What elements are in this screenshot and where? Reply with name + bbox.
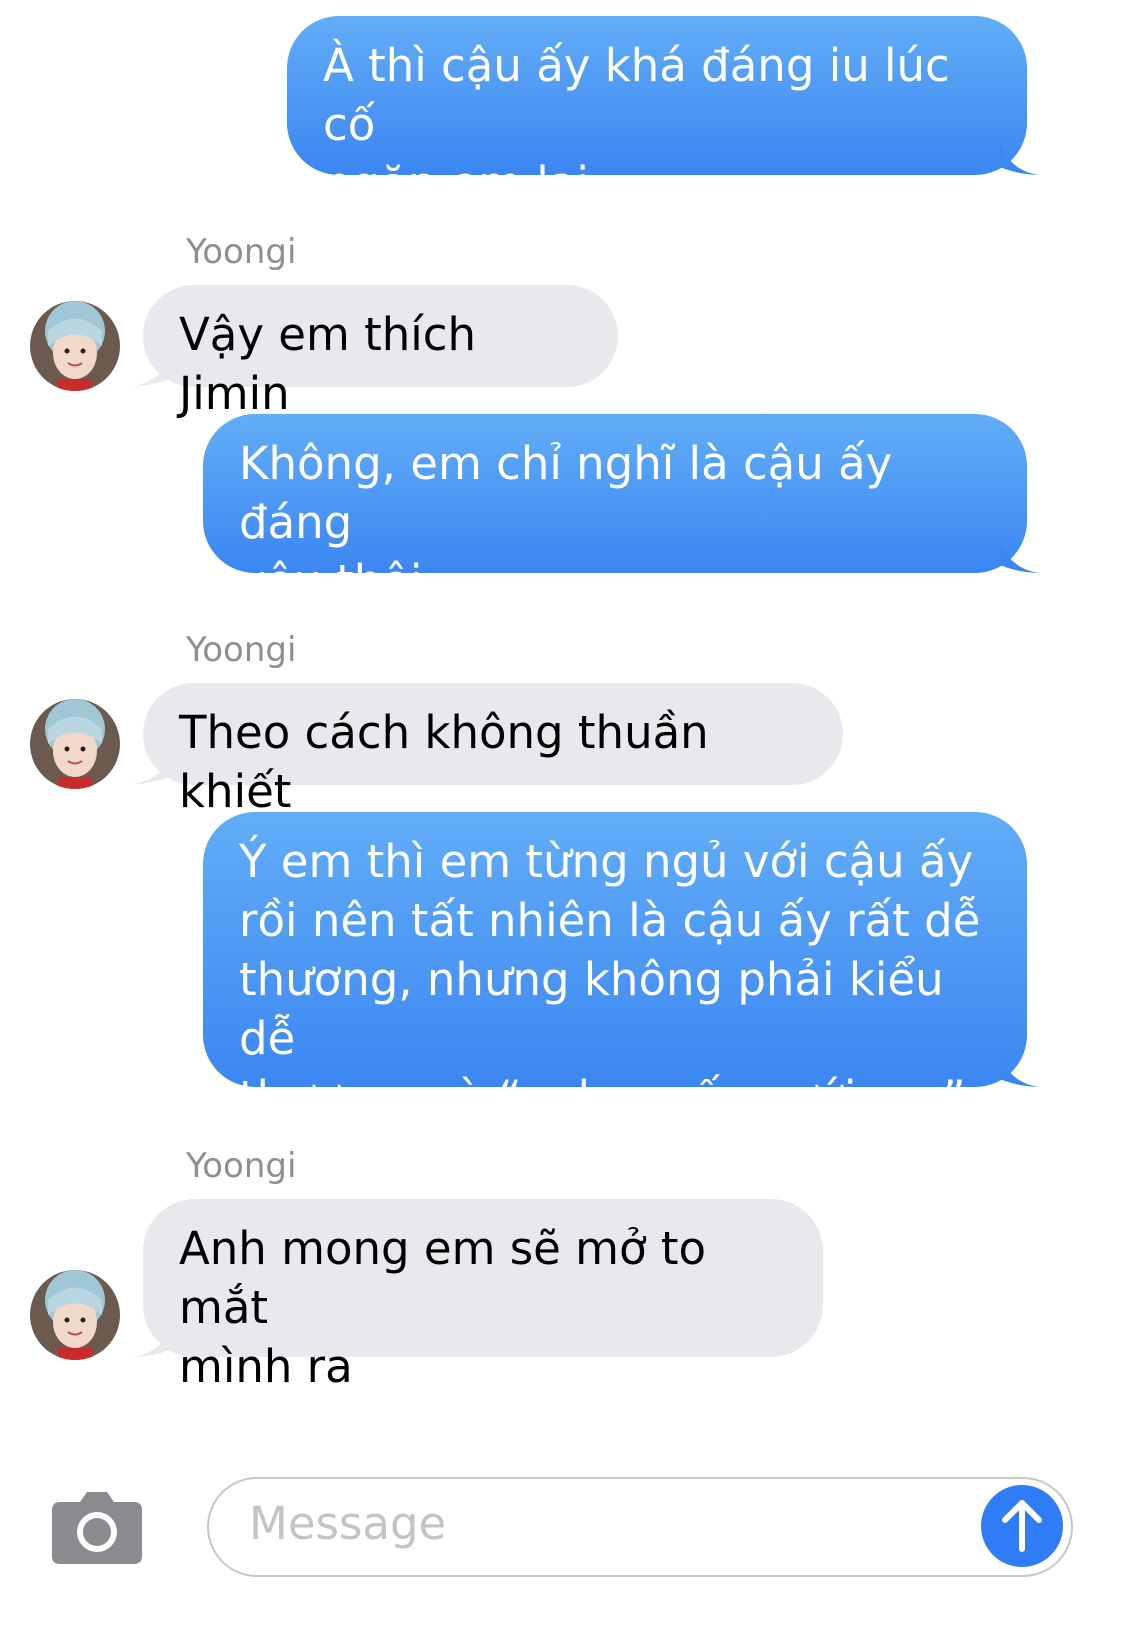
send-button[interactable] [981,1485,1063,1567]
outgoing-message-bubble[interactable]: À thì cậu ấy khá đáng iu lúc cố ngăn em … [287,16,1027,210]
incoming-message-bubble[interactable]: Anh mong em sẽ mở to mắt mình ra [143,1199,823,1393]
camera-icon[interactable] [50,1490,144,1565]
sender-name: Yoongi [186,232,297,272]
avatar-image [30,301,120,391]
bubble-tail [1000,1057,1040,1087]
outgoing-message-bubble[interactable]: Ý em thì em từng ngủ với cậu ấy rồi nên … [203,812,1027,1124]
sender-name: Yoongi [186,1146,297,1186]
avatar[interactable] [30,301,120,391]
messages-screen: À thì cậu ấy khá đáng iu lúc cố ngăn em … [0,0,1125,1644]
sender-name: Yoongi [186,630,297,670]
incoming-message-bubble[interactable]: Vậy em thích Jimin [143,285,618,420]
bubble-tail [1000,145,1040,175]
arrow-up-icon [1002,1500,1042,1552]
incoming-message-bubble[interactable]: Theo cách không thuần khiết [143,683,843,818]
avatar-image [30,1270,120,1360]
avatar-image [30,699,120,789]
message-input-placeholder: Message [249,1497,447,1550]
bubble-tail [1000,543,1040,573]
outgoing-message-bubble[interactable]: Không, em chỉ nghĩ là cậu ấy đáng yêu th… [203,414,1027,608]
avatar[interactable] [30,699,120,789]
avatar[interactable] [30,1270,120,1360]
message-input[interactable]: Message [207,1477,1073,1577]
